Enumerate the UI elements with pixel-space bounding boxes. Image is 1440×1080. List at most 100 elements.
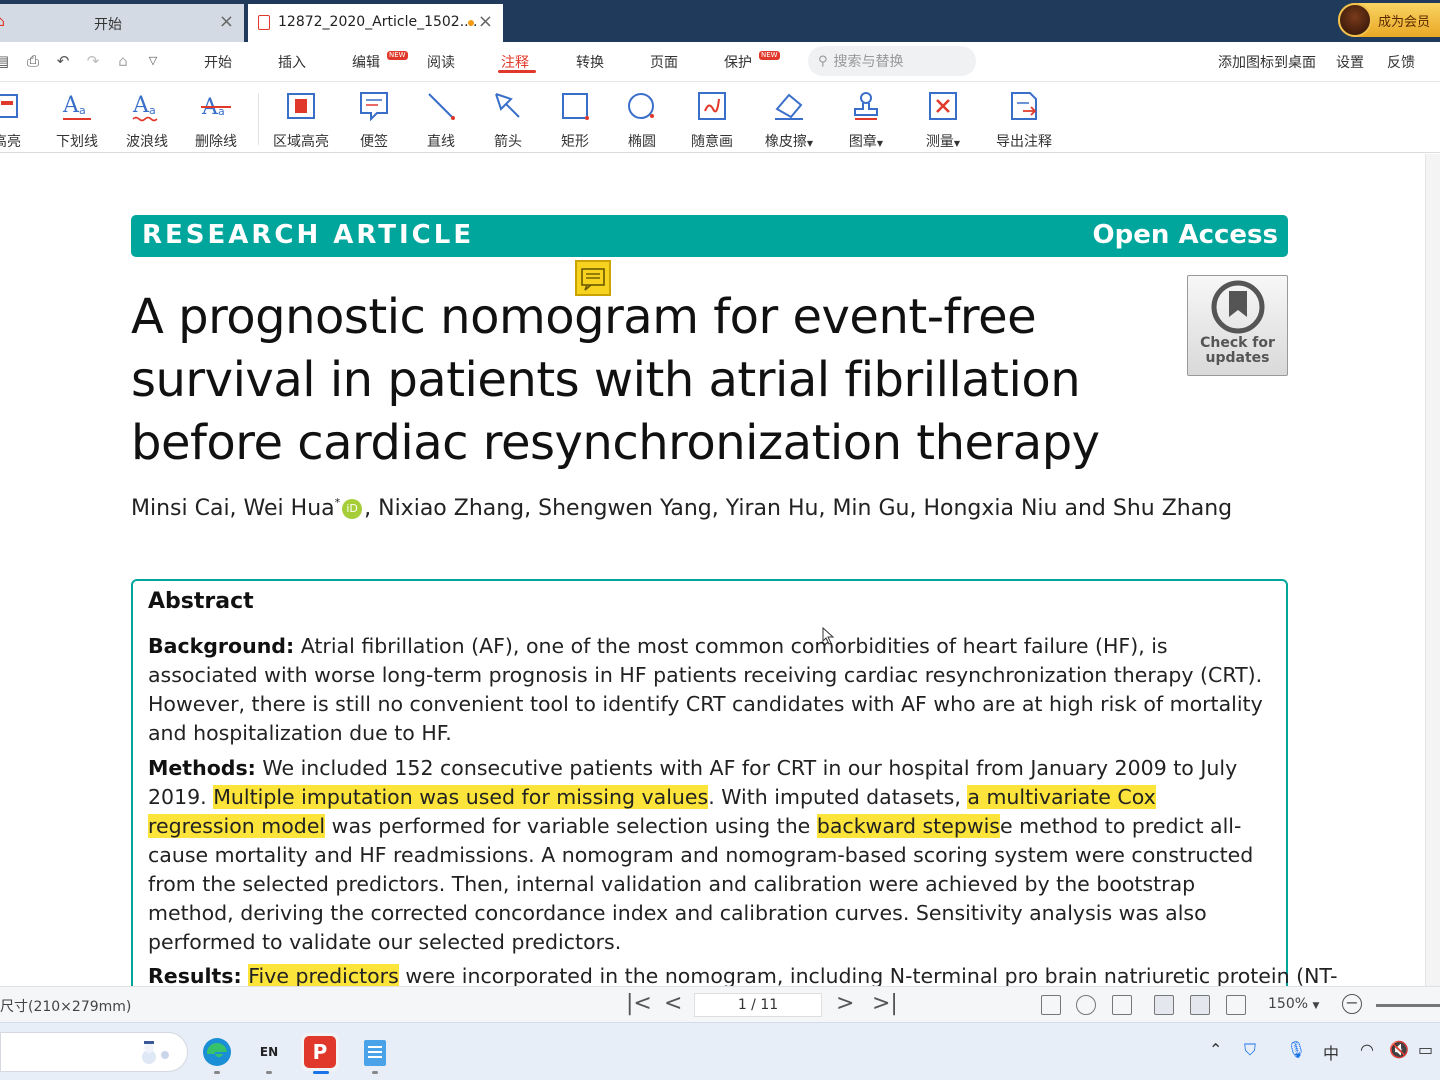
close-icon[interactable]: × bbox=[478, 13, 493, 31]
export-annotations-tool[interactable]: 导出注释 bbox=[989, 87, 1059, 151]
rectangle-tool[interactable]: 矩形 bbox=[540, 87, 610, 151]
file-icon[interactable]: ▤ bbox=[0, 53, 10, 69]
vertical-scrollbar[interactable] bbox=[1425, 154, 1440, 986]
article-type: RESEARCH ARTICLE bbox=[142, 220, 475, 250]
tool-label: 测量▼ bbox=[925, 134, 961, 150]
menu-item-edit[interactable]: 编辑 bbox=[352, 52, 380, 72]
previous-page-icon[interactable]: < bbox=[664, 993, 682, 1015]
tool-label: 导出注释 bbox=[996, 134, 1052, 150]
taskbar-search[interactable] bbox=[0, 1032, 188, 1072]
stamp-tool[interactable]: 图章▼ bbox=[831, 87, 901, 151]
text-highlight[interactable]: Multiple imputation was used for missing… bbox=[213, 785, 709, 809]
paper-title: A prognostic nomogram for event-free sur… bbox=[131, 286, 1131, 475]
search-input[interactable]: ⚲ 搜索与替换 bbox=[808, 46, 976, 76]
security-icon[interactable]: ⛉ bbox=[1244, 1040, 1256, 1060]
battery-icon[interactable]: ▭ bbox=[1418, 1040, 1433, 1059]
tool-label: 橡皮擦▼ bbox=[764, 134, 814, 150]
home-icon[interactable]: ⌂ bbox=[115, 53, 131, 69]
search-icon: ⚲ bbox=[818, 53, 828, 69]
menu-item-protect[interactable]: 保护 bbox=[724, 52, 752, 72]
pdf-app-icon[interactable]: P bbox=[301, 1033, 339, 1071]
orcid-icon[interactable]: iD bbox=[342, 499, 363, 519]
measure-icon bbox=[929, 92, 957, 120]
ime-indicator[interactable]: EN bbox=[250, 1033, 288, 1071]
two-page-view-icon[interactable] bbox=[1226, 995, 1246, 1015]
feedback-link[interactable]: 反馈 bbox=[1387, 52, 1415, 72]
tool-label: 椭圆 bbox=[628, 134, 656, 150]
page-number-input[interactable]: 1 / 11 bbox=[694, 993, 822, 1017]
stamp-icon bbox=[854, 92, 878, 120]
check-for-updates-badge[interactable]: Check for updates bbox=[1187, 275, 1288, 376]
section-label: Results: bbox=[148, 964, 242, 986]
fit-width-icon[interactable] bbox=[1112, 995, 1132, 1015]
notepad-icon[interactable] bbox=[356, 1033, 394, 1071]
area-highlight-tool[interactable]: 区域高亮 bbox=[266, 87, 336, 151]
next-page-icon[interactable]: > bbox=[836, 993, 854, 1015]
svg-text:A: A bbox=[132, 93, 150, 118]
vip-label: 成为会员 bbox=[1378, 14, 1431, 30]
single-page-view-icon[interactable] bbox=[1041, 995, 1061, 1015]
freehand-tool[interactable]: 随意画 bbox=[677, 87, 747, 151]
tool-label: 波浪线 bbox=[126, 134, 168, 150]
menu-item-page[interactable]: 页面 bbox=[650, 52, 678, 72]
text-highlight[interactable]: Five predictors bbox=[248, 964, 399, 986]
ribbon-divider bbox=[258, 93, 259, 145]
vip-button[interactable]: 成为会员 bbox=[1338, 3, 1440, 37]
line-tool[interactable]: 直线 bbox=[406, 87, 476, 151]
speaker-muted-icon[interactable]: 🔇 bbox=[1389, 1040, 1409, 1059]
rectangle-icon bbox=[562, 93, 589, 120]
zoom-slider[interactable] bbox=[1376, 1004, 1440, 1007]
svg-text:A: A bbox=[62, 93, 80, 118]
undo-icon[interactable]: ↶ bbox=[55, 53, 71, 69]
document-viewport[interactable]: RESEARCH ARTICLE Open Access A prognosti… bbox=[0, 154, 1425, 986]
single-page-mode-icon[interactable] bbox=[1190, 995, 1210, 1015]
language-indicator[interactable]: 中 bbox=[1323, 1040, 1339, 1064]
menu-item-insert[interactable]: 插入 bbox=[278, 52, 306, 72]
wifi-icon[interactable]: ◠ bbox=[1360, 1040, 1374, 1059]
underline-tool[interactable]: Aa 下划线 bbox=[42, 87, 112, 151]
measure-tool[interactable]: 测量▼ bbox=[908, 87, 978, 151]
print-icon[interactable]: ⎙ bbox=[25, 53, 41, 69]
title-line: A prognostic nomogram for event-free bbox=[131, 289, 1037, 345]
arrow-tool[interactable]: 箭头 bbox=[473, 87, 543, 151]
settings-link[interactable]: 设置 bbox=[1336, 52, 1364, 72]
add-to-desktop-link[interactable]: 添加图标到桌面 bbox=[1218, 52, 1316, 72]
ellipse-tool[interactable]: 椭圆 bbox=[607, 87, 677, 151]
tool-label: 随意画 bbox=[691, 134, 733, 150]
annotation-ribbon: 高亮 Aa 下划线 Aa 波浪线 Aa 删除线 区域高亮 便签 直线 箭头 矩形… bbox=[0, 83, 1440, 153]
zoom-level[interactable]: 150% ▼ bbox=[1268, 996, 1319, 1012]
tool-label: 箭头 bbox=[494, 134, 522, 150]
tab-document[interactable]: 12872_2020_Article_1502.... × bbox=[248, 4, 503, 42]
menu-item-start[interactable]: 开始 bbox=[204, 52, 232, 72]
text-highlight[interactable]: backward stepwis bbox=[816, 814, 1000, 838]
zoom-out-icon[interactable]: − bbox=[1342, 994, 1362, 1014]
first-page-icon[interactable]: |< bbox=[626, 993, 652, 1015]
highlight-icon bbox=[0, 94, 18, 118]
menu-item-read[interactable]: 阅读 bbox=[427, 52, 455, 72]
highlight-tool[interactable]: 高亮 bbox=[0, 87, 42, 151]
chevron-up-icon[interactable]: ⌃ bbox=[1209, 1040, 1222, 1059]
section-text: . With imputed datasets, bbox=[708, 785, 961, 809]
continuous-view-icon[interactable] bbox=[1154, 995, 1174, 1015]
sticky-note-tool[interactable]: 便签 bbox=[339, 87, 409, 151]
redo-icon[interactable]: ↷ bbox=[85, 53, 101, 69]
abstract-methods: Methods: We included 152 consecutive pat… bbox=[148, 754, 1268, 957]
edge-browser-icon[interactable] bbox=[198, 1033, 236, 1071]
menu-item-convert[interactable]: 转换 bbox=[576, 52, 604, 72]
last-page-icon[interactable]: >| bbox=[872, 993, 898, 1015]
wavy-line-tool[interactable]: Aa 波浪线 bbox=[112, 87, 182, 151]
microphone-icon[interactable]: 🎙 bbox=[1286, 1040, 1306, 1059]
new-badge: NEW bbox=[387, 51, 408, 60]
tab-home[interactable]: ⌂ 开始 × bbox=[0, 4, 244, 42]
status-bar: 尺寸(210×279mm) |< < 1 / 11 > >| 150% ▼ − bbox=[0, 986, 1440, 1022]
mouse-cursor-icon bbox=[822, 627, 835, 645]
search-placeholder: 搜索与替换 bbox=[833, 54, 904, 70]
close-icon[interactable]: × bbox=[219, 13, 234, 31]
strikethrough-tool[interactable]: Aa 删除线 bbox=[181, 87, 251, 151]
rotate-view-icon[interactable] bbox=[1076, 995, 1096, 1015]
unsaved-dot-icon bbox=[468, 20, 474, 26]
menu-item-annotate[interactable]: 注释 bbox=[501, 52, 529, 72]
eraser-tool[interactable]: 橡皮擦▼ bbox=[754, 87, 824, 151]
chevron-down-icon[interactable]: ▽ bbox=[145, 53, 161, 69]
section-text: Atrial fibrillation (AF), one of the mos… bbox=[148, 634, 1263, 745]
